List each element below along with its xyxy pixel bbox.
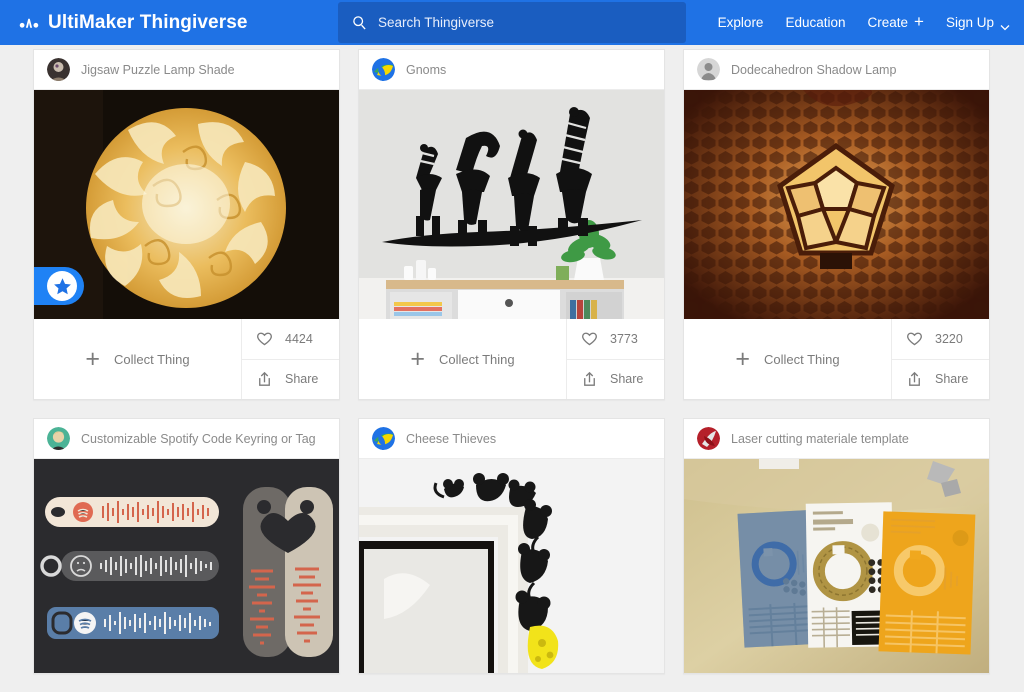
thing-grid: Jigsaw Puzzle Lamp Shade + Collect Thing… <box>33 45 991 674</box>
share-icon <box>255 370 274 389</box>
thing-card-header: Cheese Thieves <box>359 419 664 459</box>
nav-item-explore-label: Explore <box>717 15 764 30</box>
thing-card-title: Dodecahedron Shadow Lamp <box>731 62 897 77</box>
thing-card-title: Jigsaw Puzzle Lamp Shade <box>81 62 235 77</box>
collect-thing-button[interactable]: + Collect Thing <box>359 319 566 399</box>
thing-card-title: Laser cutting materiale template <box>731 431 909 446</box>
search-bar[interactable] <box>338 2 686 43</box>
thing-card-thumbnail[interactable] <box>34 459 339 673</box>
like-count: 3220 <box>935 331 963 346</box>
thing-card-title: Customizable Spotify Code Keyring or Tag <box>81 431 316 446</box>
thing-card[interactable]: Jigsaw Puzzle Lamp Shade + Collect Thing… <box>33 49 340 400</box>
search-icon <box>352 15 367 30</box>
nav-item-education-label: Education <box>785 15 846 30</box>
thing-card-thumbnail[interactable] <box>34 90 339 319</box>
thing-card-side-actions: 3773 Share <box>566 319 664 399</box>
thing-card[interactable]: Cheese Thieves <box>358 418 665 674</box>
like-count: 3773 <box>610 331 638 346</box>
avatar[interactable] <box>47 58 70 81</box>
thing-card-header: Customizable Spotify Code Keyring or Tag <box>34 419 339 459</box>
thing-card-title: Gnoms <box>406 62 447 77</box>
avatar[interactable] <box>372 427 395 450</box>
primary-nav: Explore Education Create + Sign Up <box>718 0 1010 45</box>
like-count: 4424 <box>285 331 313 346</box>
thing-card-side-actions: 4424 Share <box>241 319 339 399</box>
share-button[interactable]: Share <box>892 358 989 400</box>
heart-icon <box>905 329 924 348</box>
collect-thing-label: Collect Thing <box>438 351 515 367</box>
plus-icon: + <box>85 344 100 373</box>
thing-card-thumbnail[interactable] <box>684 459 989 673</box>
featured-star-badge <box>34 267 84 305</box>
nav-item-create-label: Create <box>867 15 909 30</box>
collect-thing-button[interactable]: + Collect Thing <box>684 319 891 399</box>
like-button[interactable]: 3220 <box>892 319 989 359</box>
thing-card-actions: + Collect Thing 3220 Share <box>684 319 989 399</box>
heart-icon <box>580 329 599 348</box>
search-input[interactable] <box>378 15 672 30</box>
avatar[interactable] <box>697 427 720 450</box>
share-button[interactable]: Share <box>242 358 339 400</box>
thing-card-title: Cheese Thieves <box>406 431 497 446</box>
share-label: Share <box>935 372 969 387</box>
nav-item-create[interactable]: Create + <box>867 12 924 31</box>
thing-card-side-actions: 3220 Share <box>891 319 989 399</box>
like-button[interactable]: 4424 <box>242 319 339 359</box>
thing-card-header: Gnoms <box>359 50 664 90</box>
site-header: UltiMaker Thingiverse Explore Education … <box>0 0 1024 45</box>
thing-card-thumbnail[interactable] <box>684 90 989 319</box>
avatar[interactable] <box>372 58 395 81</box>
nav-item-education[interactable]: Education <box>785 15 845 30</box>
thing-card-header: Dodecahedron Shadow Lamp <box>684 50 989 90</box>
thing-card[interactable]: Gnoms + Collect Thing 3773 Share <box>358 49 665 400</box>
plus-icon: + <box>735 344 750 373</box>
chevron-down-icon <box>1000 19 1010 31</box>
share-label: Share <box>285 372 319 387</box>
share-icon <box>580 370 599 389</box>
thing-card-actions: + Collect Thing 3773 Share <box>359 319 664 399</box>
plus-icon: + <box>914 12 924 31</box>
thing-card-thumbnail[interactable] <box>359 459 664 673</box>
ultimaker-logo-icon <box>18 12 40 34</box>
thing-card[interactable]: Customizable Spotify Code Keyring or Tag <box>33 418 340 674</box>
plus-icon: + <box>410 344 425 373</box>
collect-thing-label: Collect Thing <box>763 351 840 367</box>
nav-item-sign-up[interactable]: Sign Up <box>945 15 1010 31</box>
thing-card[interactable]: Dodecahedron Shadow Lamp + Collect Thing… <box>683 49 990 400</box>
share-label: Share <box>610 372 644 387</box>
thing-card[interactable]: Laser cutting materiale template <box>683 418 990 674</box>
site-logo[interactable]: UltiMaker Thingiverse <box>18 12 248 34</box>
collect-thing-label: Collect Thing <box>113 351 190 367</box>
share-button[interactable]: Share <box>567 358 664 400</box>
thing-card-thumbnail[interactable] <box>359 90 664 319</box>
share-icon <box>905 370 924 389</box>
thing-card-header: Laser cutting materiale template <box>684 419 989 459</box>
avatar[interactable] <box>47 427 70 450</box>
nav-item-explore[interactable]: Explore <box>718 15 764 30</box>
site-logo-text: UltiMaker Thingiverse <box>48 11 248 33</box>
thing-grid-page: Jigsaw Puzzle Lamp Shade + Collect Thing… <box>0 45 1024 692</box>
thing-card-header: Jigsaw Puzzle Lamp Shade <box>34 50 339 90</box>
like-button[interactable]: 3773 <box>567 319 664 359</box>
nav-item-sign-up-label: Sign Up <box>945 15 994 30</box>
avatar[interactable] <box>697 58 720 81</box>
star-icon <box>47 271 77 301</box>
collect-thing-button[interactable]: + Collect Thing <box>34 319 241 399</box>
heart-icon <box>255 329 274 348</box>
thing-card-actions: + Collect Thing 4424 Share <box>34 319 339 399</box>
